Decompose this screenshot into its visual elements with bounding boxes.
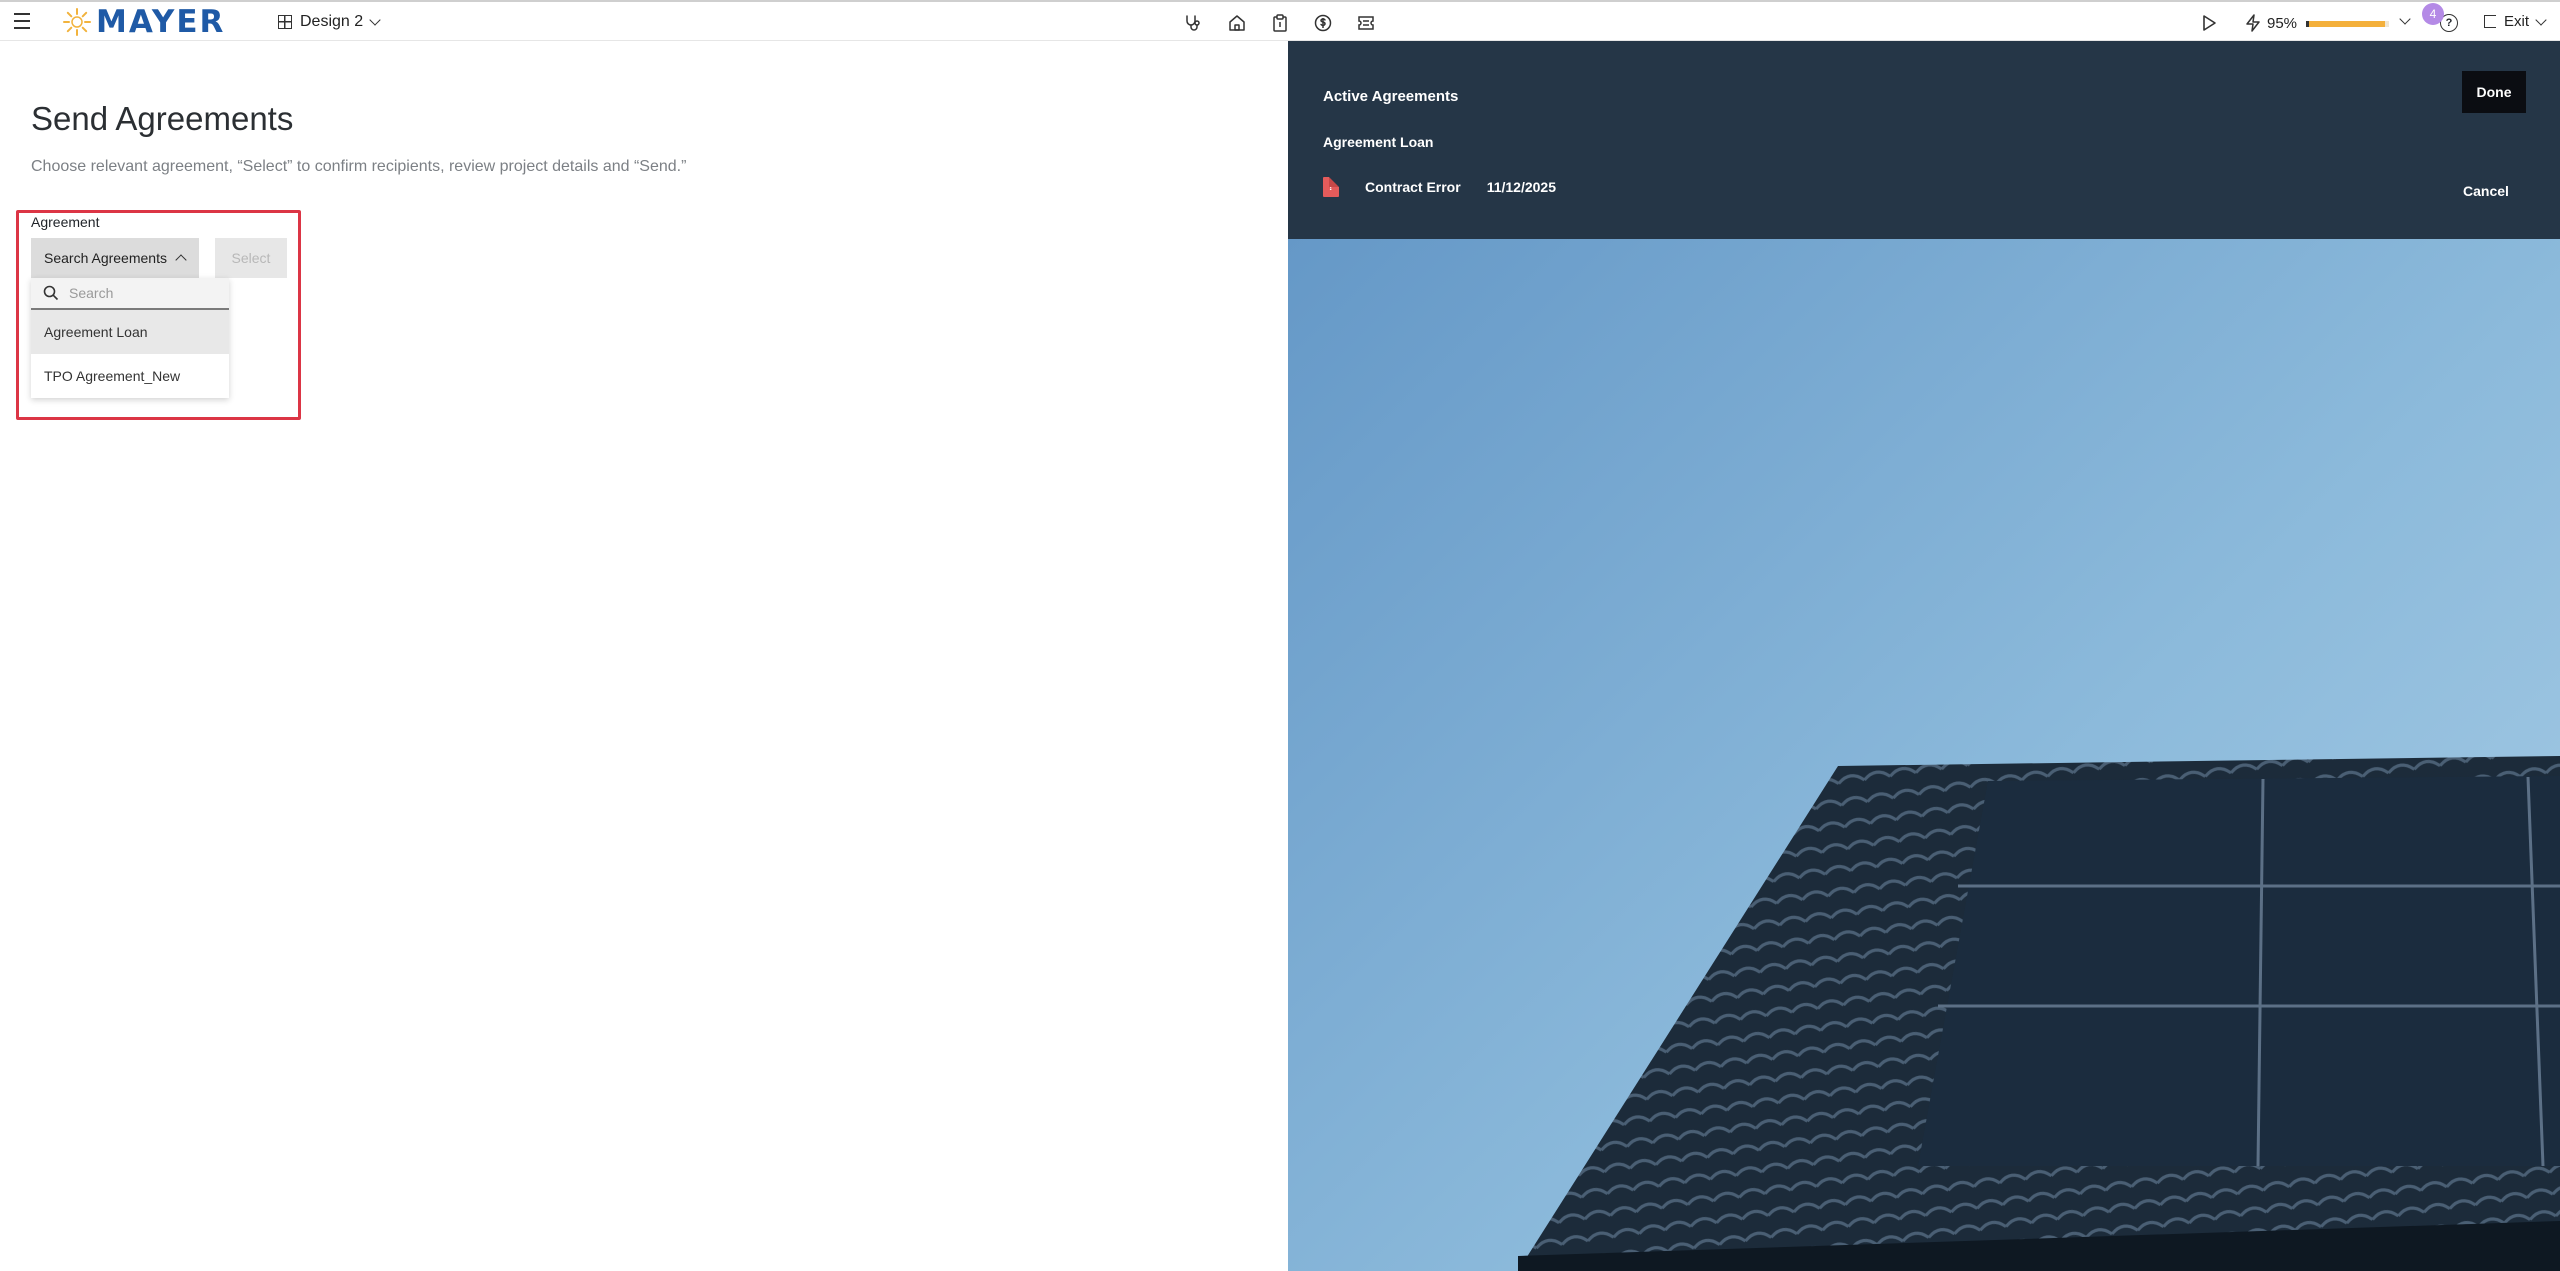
search-agreements-label: Search Agreements <box>44 250 167 266</box>
chevron-down-icon <box>2535 13 2547 26</box>
home-icon[interactable] <box>1228 14 1246 32</box>
sun-logo-icon <box>63 8 91 36</box>
search-icon <box>43 285 59 301</box>
score-indicator[interactable]: 95% <box>2245 14 2297 32</box>
stethoscope-icon[interactable] <box>1184 14 1202 32</box>
score-progress-bar <box>2306 21 2389 27</box>
select-button[interactable]: Select <box>215 238 287 278</box>
dropdown-item[interactable]: TPO Agreement_New <box>31 354 229 398</box>
grid-icon <box>278 15 292 29</box>
hamburger-menu-icon[interactable] <box>12 13 32 29</box>
agreement-row: Contract Error 11/12/2025 <box>1323 177 1556 197</box>
top-bar: MAYER Design 2 95% ? 4 Exit <box>0 0 2560 41</box>
search-agreements-button[interactable]: Search Agreements <box>31 238 199 278</box>
chevron-up-icon <box>175 254 187 266</box>
panel-subtitle: Agreement Loan <box>1323 134 1434 150</box>
dropdown-search-input[interactable] <box>67 284 221 302</box>
dollar-icon[interactable] <box>1314 14 1332 32</box>
dropdown-search <box>31 278 229 310</box>
notification-badge[interactable]: 4 <box>2422 3 2444 25</box>
agreement-date: 11/12/2025 <box>1486 179 1556 195</box>
help-glyph: ? <box>2445 17 2453 29</box>
bolt-icon <box>2246 14 2260 32</box>
brand-logo[interactable]: MAYER <box>62 4 226 40</box>
chevron-down-icon <box>2399 13 2411 25</box>
exit-label: Exit <box>2504 13 2530 30</box>
done-button[interactable]: Done <box>2462 71 2526 113</box>
score-percent: 95% <box>2267 14 2298 32</box>
play-icon[interactable] <box>2200 14 2218 32</box>
dropdown-item[interactable]: Agreement Loan <box>31 310 229 354</box>
agreement-label: Agreement <box>31 214 100 230</box>
exit-button[interactable]: Exit <box>2484 13 2547 30</box>
design-selector[interactable]: Design 2 <box>278 10 381 34</box>
score-expand-chevron[interactable] <box>2399 13 2411 25</box>
agreement-status: Contract Error <box>1365 179 1461 195</box>
score-progress-fill <box>2309 21 2385 27</box>
active-agreements-overlay: Active Agreements Agreement Loan Contrac… <box>1288 41 2560 239</box>
page-subtitle: Choose relevant agreement, “Select” to c… <box>31 158 687 175</box>
ticket-icon[interactable] <box>1357 14 1375 32</box>
design-label: Design 2 <box>300 13 364 30</box>
cancel-button[interactable]: Cancel <box>2463 183 2509 199</box>
exit-door-icon <box>2484 15 2496 28</box>
panel-title: Active Agreements <box>1323 88 1459 105</box>
page-title: Send Agreements <box>31 100 294 137</box>
contract-error-doc-icon <box>1323 177 1339 197</box>
right-panel: Active Agreements Agreement Loan Contrac… <box>1288 41 2560 1271</box>
clipboard-icon[interactable] <box>1271 14 1289 32</box>
agreements-dropdown: Agreement Loan TPO Agreement_New <box>31 278 229 398</box>
chevron-down-icon <box>369 14 381 26</box>
brand-name: MAYER <box>96 4 226 40</box>
